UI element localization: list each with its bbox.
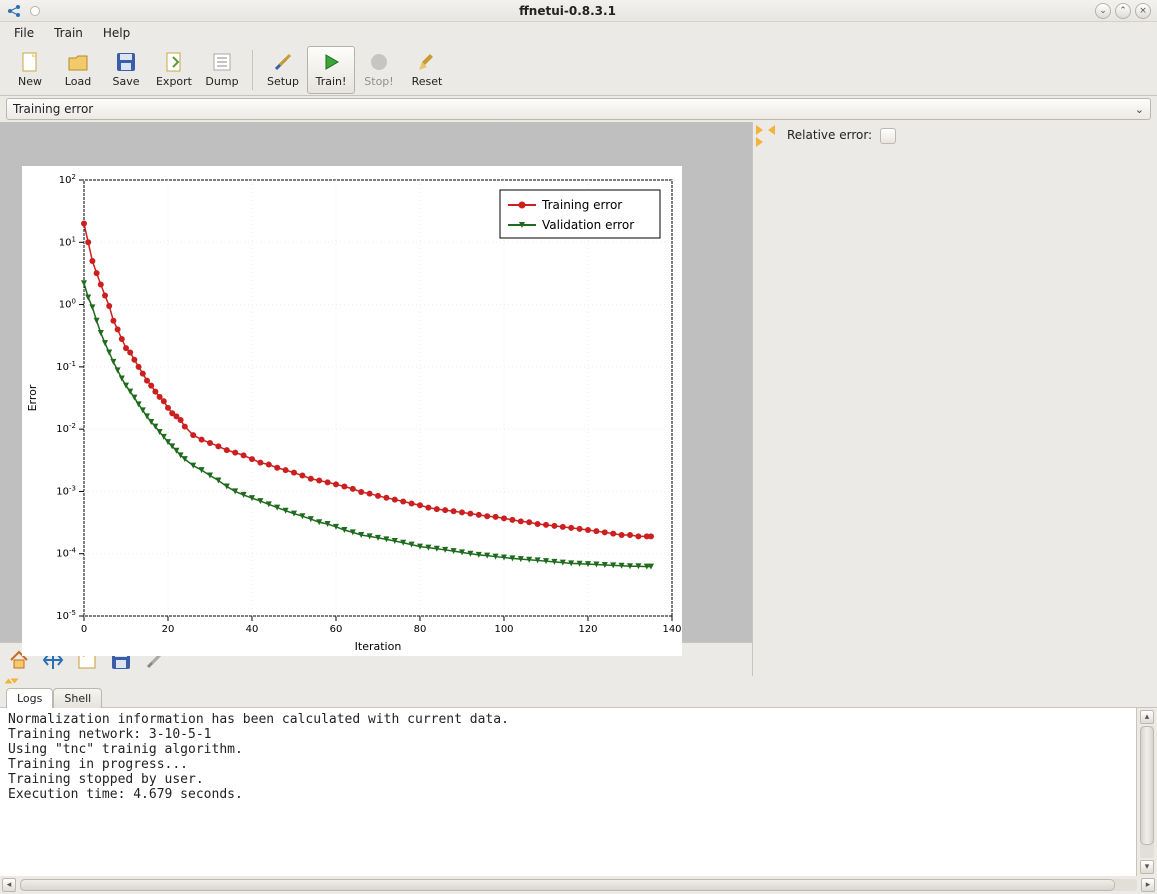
tab-logs[interactable]: Logs — [6, 688, 53, 708]
floppy-icon — [115, 51, 137, 73]
scroll-up-button[interactable]: ▴ — [1140, 710, 1154, 724]
horizontal-scrollbar[interactable]: ◂ ▸ — [0, 876, 1157, 894]
export-button[interactable]: Export — [150, 46, 198, 94]
view-selector-value: Training error — [13, 102, 93, 116]
new-button[interactable]: New — [6, 46, 54, 94]
svg-text:10-1: 10-1 — [56, 360, 76, 373]
svg-text:0: 0 — [81, 624, 87, 635]
arrow-right-icon — [756, 137, 763, 147]
menubar: File Train Help — [0, 22, 1157, 44]
work-area: 0 20 40 60 80 100 120 140 10-5 10-4 10-3 10-2 10-1 10… — [0, 122, 1157, 676]
window-title: ffnetui-0.8.3.1 — [40, 4, 1095, 18]
svg-text:20: 20 — [162, 624, 175, 635]
scroll-thumb[interactable] — [1140, 726, 1154, 845]
svg-text:40: 40 — [246, 624, 259, 635]
svg-text:10-4: 10-4 — [56, 547, 76, 560]
minimize-button[interactable]: ⌄ — [1095, 3, 1111, 19]
svg-text:140: 140 — [662, 624, 681, 635]
dump-icon — [211, 51, 233, 73]
arrow-left-icon — [768, 125, 775, 135]
new-file-icon — [19, 51, 41, 73]
toolbar-separator — [252, 50, 253, 90]
folder-open-icon — [67, 51, 89, 73]
svg-text:Error: Error — [26, 384, 39, 411]
dump-button[interactable]: Dump — [198, 46, 246, 94]
reset-button[interactable]: Reset — [403, 46, 451, 94]
tools-icon — [272, 51, 294, 73]
svg-text:10-5: 10-5 — [56, 609, 76, 622]
svg-text:101: 101 — [59, 235, 76, 248]
close-button[interactable]: × — [1135, 3, 1151, 19]
menu-train[interactable]: Train — [46, 23, 91, 43]
scroll-left-button[interactable]: ◂ — [2, 878, 16, 892]
titlebar: ffnetui-0.8.3.1 ⌄ ⌃ × — [0, 0, 1157, 22]
train-button[interactable]: Train! — [307, 46, 355, 94]
svg-text:Iteration: Iteration — [355, 640, 402, 653]
vertical-scrollbar[interactable]: ▴ ▾ — [1137, 708, 1157, 876]
svg-text:100: 100 — [494, 624, 513, 635]
scroll-track[interactable] — [1140, 726, 1154, 858]
svg-text:Training error: Training error — [541, 198, 622, 212]
menu-help[interactable]: Help — [95, 23, 138, 43]
view-selector[interactable]: Training error ⌄ — [6, 98, 1151, 120]
load-button[interactable]: Load — [54, 46, 102, 94]
hscroll-thumb[interactable] — [20, 879, 1115, 891]
svg-text:102: 102 — [59, 173, 76, 186]
export-icon — [163, 51, 185, 73]
play-icon — [320, 51, 342, 73]
relative-error-checkbox[interactable] — [880, 128, 896, 144]
stop-button: Stop! — [355, 46, 403, 94]
scroll-right-button[interactable]: ▸ — [1141, 878, 1155, 892]
svg-text:10-3: 10-3 — [56, 484, 76, 497]
console-wrap: Normalization information has been calcu… — [0, 708, 1157, 876]
stop-icon — [368, 51, 390, 73]
plot-pane: 0 20 40 60 80 100 120 140 10-5 10-4 10-3 10-2 10-1 10… — [0, 122, 753, 642]
console-output[interactable]: Normalization information has been calcu… — [0, 708, 1137, 876]
svg-text:100: 100 — [59, 298, 76, 311]
splitter-handle-bottom[interactable] — [0, 676, 1157, 686]
setup-button[interactable]: Setup — [259, 46, 307, 94]
console-tabs: Logs Shell — [0, 686, 1157, 708]
relative-error-label: Relative error: — [787, 128, 872, 142]
arrow-right-icon — [756, 125, 763, 135]
titlebar-dot-icon — [30, 6, 40, 16]
scroll-down-button[interactable]: ▾ — [1140, 860, 1154, 874]
svg-text:120: 120 — [578, 624, 597, 635]
chevron-down-icon: ⌄ — [1135, 103, 1144, 116]
save-button[interactable]: Save — [102, 46, 150, 94]
svg-text:60: 60 — [330, 624, 343, 635]
broom-icon — [416, 51, 438, 73]
splitter-handle-left[interactable] — [753, 122, 765, 676]
svg-text:80: 80 — [414, 624, 427, 635]
splitter-handle-right[interactable] — [765, 122, 777, 676]
tab-shell[interactable]: Shell — [53, 688, 102, 708]
arrow-down-icon — [11, 679, 19, 684]
side-panel: Relative error: — [777, 122, 1157, 676]
error-chart: 0 20 40 60 80 100 120 140 10-5 10-4 10-3 10-2 10-1 10… — [22, 166, 682, 656]
maximize-button[interactable]: ⌃ — [1115, 3, 1131, 19]
app-icon — [6, 3, 22, 19]
svg-text:Validation error: Validation error — [542, 218, 634, 232]
menu-file[interactable]: File — [6, 23, 42, 43]
hscroll-track[interactable] — [20, 879, 1137, 891]
toolbar: New Load Save Export Dump Setup Train! S… — [0, 44, 1157, 96]
svg-text:10-2: 10-2 — [56, 422, 76, 435]
